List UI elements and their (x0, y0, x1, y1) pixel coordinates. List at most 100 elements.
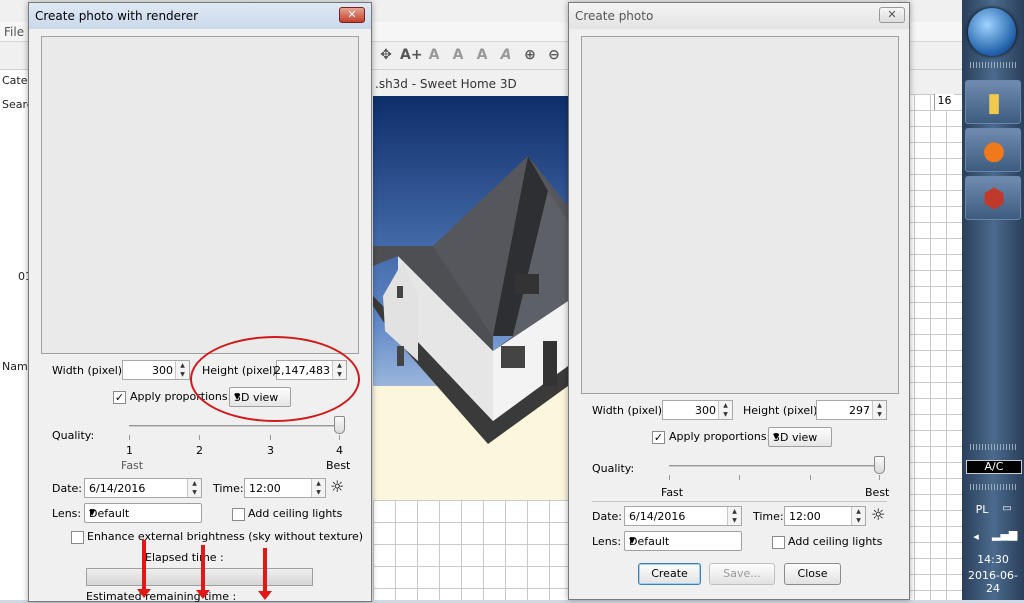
taskbar-firefox-button[interactable]: ● (965, 128, 1021, 172)
text-italic-icon[interactable]: A (496, 45, 516, 65)
date-spinner[interactable]: 6/14/2016 ▲ ▼ (84, 478, 202, 498)
time-value: 12:00 (249, 482, 281, 495)
photo-preview (581, 36, 899, 394)
create-photo-dialog: Create photo ✕ Width (pixel): 300 ▲ ▼ Hei… (568, 2, 910, 600)
3d-view[interactable] (373, 96, 568, 500)
quality-tick-2: 2 (196, 444, 203, 457)
annotation-ellipse (190, 336, 360, 422)
width-label: Width (pixel): (52, 364, 126, 377)
remaining-time-label: Estimated remaining time : (86, 590, 237, 603)
text-bold-icon[interactable]: A (472, 45, 492, 65)
dialog-titlebar[interactable]: Create photo with renderer (29, 3, 371, 29)
house-3d-model (373, 156, 568, 444)
ruler-number: 16 (934, 94, 954, 110)
slider-tick (339, 435, 340, 440)
time-spinner[interactable]: 12:00 ▲ ▼ (244, 478, 326, 498)
quality-tick-3: 3 (267, 444, 274, 457)
slider-tick (270, 435, 271, 440)
clock-time[interactable]: 14:30 (962, 553, 1024, 566)
battery-indicator[interactable]: A/C (966, 460, 1022, 474)
spinner-arrows-icon[interactable]: ▲ ▼ (851, 507, 865, 525)
quality-label: Quality: (592, 462, 635, 475)
start-button[interactable] (968, 8, 1016, 56)
menu-file[interactable]: File (4, 25, 24, 39)
close-button[interactable]: Close (784, 563, 841, 585)
view-title: .sh3d - Sweet Home 3D (373, 72, 568, 94)
clock-date[interactable]: 2016-06-24 (962, 569, 1024, 595)
height-spinner[interactable]: 297 ▲ ▼ (816, 400, 887, 420)
annotation-arrow (258, 548, 272, 600)
width-spinner[interactable]: 300 ▲ ▼ (662, 400, 733, 420)
lens-combo[interactable]: Default ▼ (84, 503, 202, 523)
fast-label: Fast (121, 459, 144, 472)
height-label: Height (pixel): (743, 404, 822, 417)
spinner-arrows-icon[interactable]: ▲ ▼ (175, 361, 189, 379)
create-button[interactable]: Create (638, 563, 701, 585)
quality-tick-1: 1 (126, 444, 133, 457)
network-signal-icon[interactable]: ▂▄▆ (992, 528, 1017, 541)
close-icon: ✕ (887, 8, 897, 21)
catalog-label: Cate (2, 74, 28, 87)
create-photo-with-renderer-dialog: Create photo with renderer ✕ Width (pixe… (28, 2, 372, 603)
ceiling-lights-checkbox[interactable] (232, 508, 245, 521)
spinner-arrows-icon[interactable]: ▲ ▼ (718, 401, 732, 419)
sun-icon: ☼ (330, 477, 345, 496)
pan-icon[interactable]: ✥ (376, 45, 396, 65)
slider-tick (739, 475, 740, 480)
close-window-button[interactable]: ✕ (879, 7, 905, 23)
slider-tick (879, 475, 880, 480)
quality-tick-4: 4 (336, 444, 343, 457)
time-value: 12:00 (789, 510, 821, 523)
date-label: Date: (52, 482, 82, 495)
sun-icon: ☼ (871, 505, 886, 524)
sweethome3d-icon: ⬢ (982, 184, 1006, 214)
keyboard-icon[interactable]: ▭ (992, 503, 1022, 514)
taskbar-explorer-button[interactable]: ▮ (965, 80, 1021, 124)
proportions-combo[interactable]: 3D view ▼ (768, 427, 832, 447)
enhance-brightness-checkbox[interactable] (71, 531, 84, 544)
taskbar-grip[interactable] (970, 444, 1016, 450)
quality-slider-thumb[interactable] (874, 456, 885, 474)
checkmark-icon: ✓ (114, 391, 125, 404)
spinner-arrows-icon[interactable]: ▲ ▼ (872, 401, 886, 419)
folder-icon: ▮ (986, 88, 1002, 118)
plan-view[interactable] (373, 500, 568, 600)
quality-slider-track[interactable] (129, 425, 344, 427)
dialog-title: Create photo with renderer (35, 9, 199, 23)
name-column-header[interactable]: Nam (2, 360, 28, 373)
spinner-arrows-icon[interactable]: ▲ ▼ (187, 479, 201, 497)
close-window-button[interactable]: ✕ (339, 7, 365, 23)
taskbar-grip[interactable] (970, 62, 1016, 68)
tray-arrow-icon[interactable]: ◂ (966, 530, 986, 543)
best-label: Best (865, 486, 890, 499)
time-spinner[interactable]: 12:00 ▲ ▼ (784, 506, 866, 526)
width-spinner[interactable]: 300 ▲ ▼ (122, 360, 190, 380)
apply-proportions-checkbox[interactable]: ✓ (652, 431, 665, 444)
time-label: Time: (753, 510, 784, 523)
slider-tick (669, 475, 670, 480)
chevron-down-icon: ▼ (629, 536, 636, 545)
zoom-in-icon[interactable]: ⊕ (520, 45, 540, 65)
chevron-down-icon: ▼ (773, 432, 780, 441)
ceiling-lights-checkbox[interactable] (772, 536, 785, 549)
spinner-arrows-icon[interactable]: ▲ ▼ (727, 507, 741, 525)
ceiling-lights-label: Add ceiling lights (248, 507, 343, 520)
quality-slider-thumb[interactable] (334, 416, 345, 434)
quality-slider-track[interactable] (669, 465, 884, 467)
date-spinner[interactable]: 6/14/2016 ▲ ▼ (624, 506, 742, 526)
taskbar-sweethome3d-button[interactable]: ⬢ (965, 176, 1021, 220)
save-button[interactable]: Save... (709, 563, 775, 585)
checkmark-icon: ✓ (653, 431, 664, 444)
zoom-out-icon[interactable]: ⊖ (544, 45, 564, 65)
apply-proportions-checkbox[interactable]: ✓ (113, 391, 126, 404)
annotation-arrow (196, 545, 210, 599)
spinner-arrows-icon[interactable]: ▲ ▼ (311, 479, 325, 497)
lens-combo[interactable]: Default ▼ (624, 531, 742, 551)
add-text-icon[interactable]: A+ (400, 45, 423, 65)
width-value: 300 (695, 404, 716, 417)
text-style-icon[interactable]: A (424, 45, 444, 65)
ceiling-lights-label: Add ceiling lights (788, 535, 883, 548)
width-label: Width (pixel): (592, 404, 666, 417)
dialog-titlebar[interactable]: Create photo (569, 3, 909, 29)
text-style-icon[interactable]: A (448, 45, 468, 65)
